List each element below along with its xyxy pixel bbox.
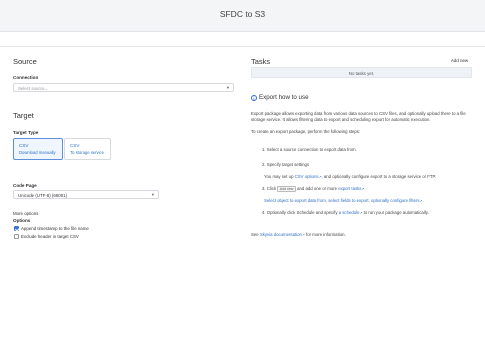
skyvia-documentation-link[interactable]: Skyvia documentation bbox=[260, 232, 302, 237]
connection-select[interactable]: Select source... ▾ bbox=[13, 83, 234, 92]
add-new-task-link[interactable]: Add new bbox=[451, 58, 468, 63]
code-page-select[interactable]: Unicode (UTF-8) (65001) ▾ bbox=[13, 190, 159, 199]
help-step-2-detail: You may set up CSV options↗, and optiona… bbox=[264, 174, 436, 180]
help-step-1: 1. Select a source connection to export … bbox=[262, 147, 357, 152]
more-options-link[interactable]: More options bbox=[13, 211, 38, 216]
help-step-2-text-b: , and optionally configure export to a s… bbox=[321, 174, 437, 179]
help-intro: Export package allows exporting data fro… bbox=[251, 111, 466, 122]
tasks-empty-text: No tasks yet. bbox=[348, 70, 375, 76]
help-step-4-text-a: 4. Optionally click Schedule and specify bbox=[262, 210, 338, 215]
help-footer: See Skyvia documentation↗ for more infor… bbox=[251, 232, 346, 238]
filters-link[interactable]: filters bbox=[409, 198, 419, 203]
help-title: Export how to use bbox=[259, 94, 309, 101]
target-csv-storage-button[interactable]: CSV To storage service bbox=[64, 138, 111, 160]
chevron-down-icon: ▾ bbox=[151, 192, 154, 197]
connection-placeholder: Select source... bbox=[18, 85, 49, 91]
export-tasks-link[interactable]: export tasks bbox=[338, 186, 361, 191]
help-step-3-text-b: and add one or more bbox=[297, 186, 338, 191]
target-csv-download-button[interactable]: CSV Download manually bbox=[13, 138, 63, 160]
append-timestamp-checkbox[interactable] bbox=[14, 226, 19, 231]
csv-options-link[interactable]: CSV options bbox=[295, 174, 319, 179]
external-link-icon: ↗ bbox=[361, 187, 365, 191]
help-step-3-text-a: 3. Click bbox=[262, 186, 277, 191]
exclude-header-label: Exclude header in target CSV bbox=[21, 234, 79, 239]
help-footer-text-a: See bbox=[251, 232, 259, 237]
help-step-4-text-b: to run your package automatically. bbox=[363, 210, 429, 215]
help-step-3-detail-end: . bbox=[422, 198, 424, 203]
tasks-heading: Tasks bbox=[251, 57, 271, 66]
target-heading: Target bbox=[13, 111, 34, 120]
target-option-subtitle: Download manually bbox=[19, 150, 56, 155]
help-footer-text-b: for more information. bbox=[306, 232, 346, 237]
help-step-3-detail-text: Select object to export data from, selec… bbox=[264, 198, 409, 203]
header-divider bbox=[0, 46, 485, 47]
info-circle-icon: i bbox=[251, 95, 257, 101]
help-step-3: 3. Click Add new and add one or more exp… bbox=[262, 186, 364, 192]
help-step-2-text-a: You may set up bbox=[264, 174, 294, 179]
add-new-badge: Add new bbox=[277, 186, 296, 192]
target-option-title: CSV bbox=[70, 143, 80, 148]
code-page-value: Unicode (UTF-8) (65001) bbox=[18, 192, 68, 198]
append-timestamp-label: Append timestamp to the file name bbox=[21, 226, 89, 231]
connection-label: Connection bbox=[13, 75, 39, 80]
code-page-label: Code Page bbox=[13, 183, 37, 188]
source-heading: Source bbox=[13, 57, 37, 66]
target-option-title: CSV bbox=[19, 143, 29, 148]
target-type-label: Target Type bbox=[13, 130, 39, 135]
external-link-icon: ↗ bbox=[359, 211, 363, 215]
chevron-down-icon: ▾ bbox=[226, 85, 229, 90]
help-step-4: 4. Optionally click Schedule and specify… bbox=[262, 210, 429, 216]
help-step-3-detail: Select object to export data from, selec… bbox=[264, 198, 424, 204]
options-label: Options bbox=[13, 218, 31, 223]
external-link-icon: ↗ bbox=[301, 233, 305, 237]
schedule-link[interactable]: a schedule bbox=[339, 210, 360, 215]
page-title: SFDC to S3 bbox=[219, 9, 266, 19]
target-option-subtitle: To storage service bbox=[70, 150, 104, 155]
page-header: SFDC to S3 bbox=[0, 0, 485, 32]
help-intro-steps: To create an export package, perform the… bbox=[251, 129, 361, 134]
exclude-header-checkbox[interactable] bbox=[14, 234, 19, 239]
tasks-empty-state: No tasks yet. bbox=[251, 67, 472, 78]
help-step-2: 2. Specify target settings bbox=[262, 162, 310, 167]
